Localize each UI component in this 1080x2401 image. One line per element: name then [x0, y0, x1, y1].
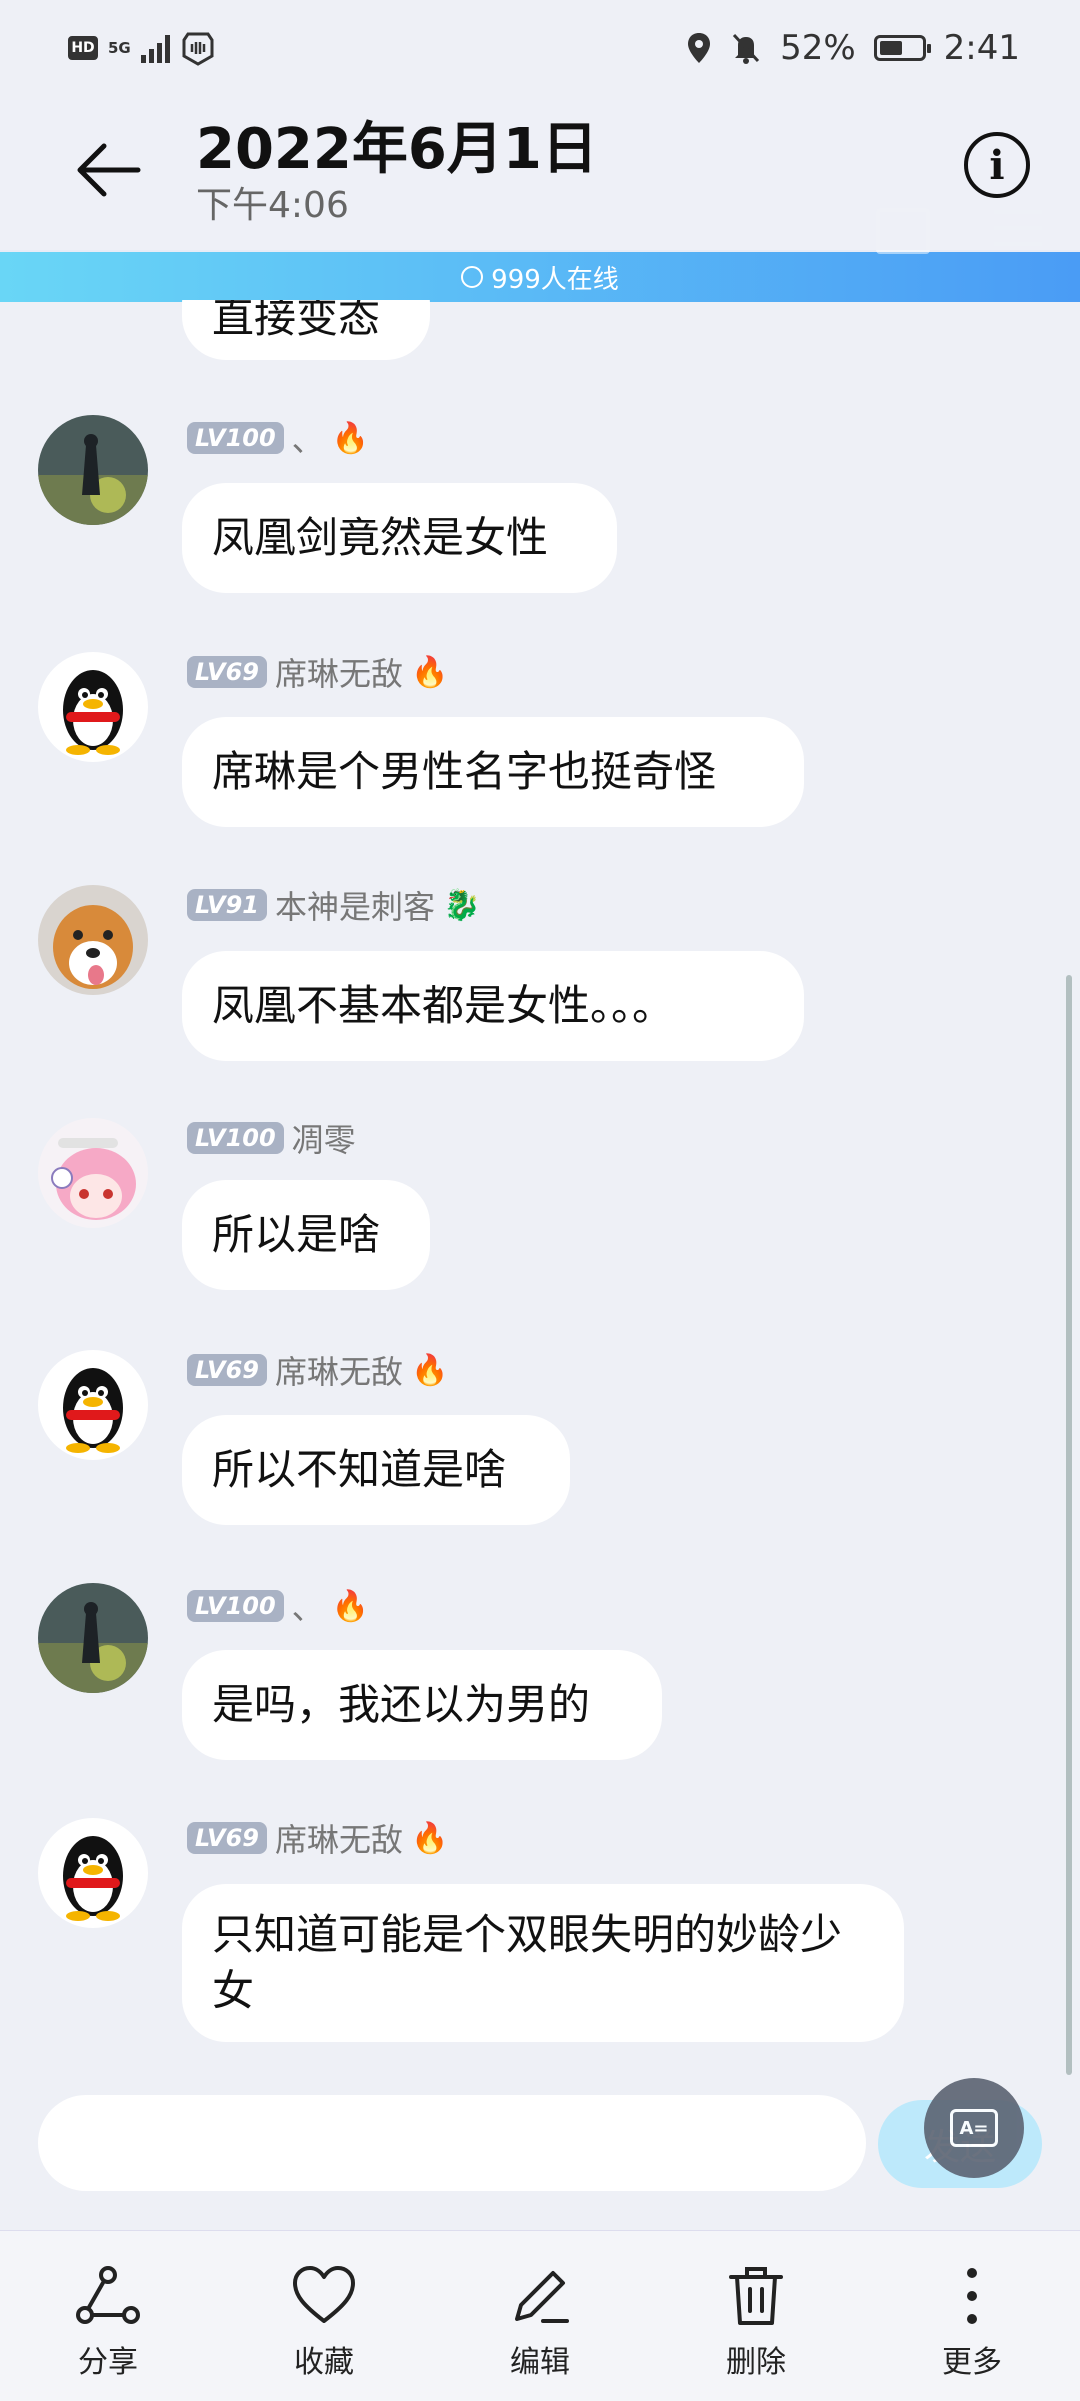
signal-icon — [140, 33, 170, 63]
fire-icon: 🔥 — [331, 420, 370, 456]
pen-icon — [515, 2271, 569, 2323]
sender-name[interactable]: 凋零 — [292, 1115, 356, 1161]
battery-icon — [873, 35, 931, 61]
fire-icon: 🔥 — [410, 1820, 449, 1856]
fire-icon: 🔥 — [331, 1588, 370, 1624]
more-button[interactable]: 更多 — [897, 2261, 1047, 2381]
heart-icon — [293, 2266, 355, 2323]
share-icon — [76, 2266, 140, 2324]
sender-name[interactable]: 席琳无敌 — [275, 1815, 403, 1861]
avatar[interactable] — [38, 652, 148, 762]
chat-message-list: 直接变态 LV100 、 🔥 凤凰剑竟然是女性 LV69 席琳无敌 🔥 席琳是个… — [0, 300, 1080, 2080]
online-count: 999人在线 — [491, 264, 619, 295]
status-bar: HD 5G 52% 2:41 — [0, 0, 1080, 100]
level-badge: LV69 — [187, 656, 267, 688]
hd-icon: HD — [68, 36, 98, 60]
avatar[interactable] — [38, 1818, 148, 1928]
message-bubble[interactable]: 所以是啥 — [182, 1180, 430, 1290]
message-bubble[interactable]: 所以不知道是啥 — [182, 1415, 570, 1525]
page-title: 2022年6月1日 — [196, 117, 598, 182]
scan-text-icon: A= — [950, 2109, 998, 2147]
favorite-button[interactable]: 收藏 — [249, 2261, 399, 2381]
message-bubble[interactable]: 凤凰剑竟然是女性 — [182, 483, 617, 593]
sender-name[interactable]: 、 — [292, 415, 324, 461]
sender-name[interactable]: 席琳无敌 — [275, 649, 403, 695]
avatar[interactable] — [38, 1350, 148, 1460]
delete-button[interactable]: 删除 — [681, 2261, 831, 2381]
sender-name[interactable]: 席琳无敌 — [275, 1347, 403, 1393]
battery-percent: 52% — [780, 28, 856, 68]
message-input[interactable] — [38, 2095, 866, 2191]
fire-icon: 🔥 — [410, 1352, 449, 1388]
sender-name[interactable]: 、 — [292, 1583, 324, 1629]
nfc-icon — [182, 32, 214, 66]
info-button[interactable]: i — [964, 132, 1030, 198]
more-vertical-icon — [967, 2268, 977, 2324]
edit-button[interactable]: 编辑 — [465, 2261, 615, 2381]
share-button[interactable]: 分享 — [33, 2261, 183, 2381]
back-button[interactable] — [70, 130, 150, 210]
level-badge: LV100 — [187, 1590, 284, 1622]
message-bubble[interactable]: 是吗，我还以为男的 — [182, 1650, 662, 1760]
avatar[interactable] — [38, 885, 148, 995]
location-icon — [688, 33, 711, 63]
back-arrow-icon — [77, 143, 141, 197]
dragon-icon: 🐉 — [442, 887, 481, 923]
message-bubble[interactable]: 凤凰不基本都是女性。。。 — [182, 951, 804, 1061]
info-icon: i — [989, 141, 1005, 189]
page-subtitle: 下午4:06 — [196, 185, 349, 226]
level-badge: LV91 — [187, 889, 267, 921]
trash-icon — [729, 2267, 783, 2325]
sender-name[interactable]: 本神是刺客 — [275, 882, 435, 928]
level-badge: LV69 — [187, 1354, 267, 1386]
message-bubble[interactable]: 只知道可能是个双眼失明的妙龄少女 — [182, 1884, 904, 2042]
fire-icon: 🔥 — [410, 654, 449, 690]
mute-icon — [732, 33, 760, 64]
avatar[interactable] — [38, 1583, 148, 1693]
chevron-down-icon — [461, 266, 484, 288]
message-bubble[interactable]: 席琳是个男性名字也挺奇怪 — [182, 717, 804, 827]
level-badge: LV100 — [187, 1122, 284, 1154]
avatar[interactable] — [38, 1118, 148, 1228]
message-bubble[interactable]: 直接变态 — [182, 300, 430, 360]
avatar[interactable] — [38, 415, 148, 525]
network-type: 5G — [108, 39, 131, 57]
level-badge: LV100 — [187, 422, 284, 454]
text-recognition-button[interactable]: A= — [924, 2078, 1024, 2178]
bottom-action-bar: 分享 收藏 编辑 删除 更多 — [0, 2230, 1080, 2401]
scrollbar[interactable] — [1066, 975, 1072, 2075]
clock: 2:41 — [943, 28, 1020, 68]
level-badge: LV69 — [187, 1822, 267, 1854]
